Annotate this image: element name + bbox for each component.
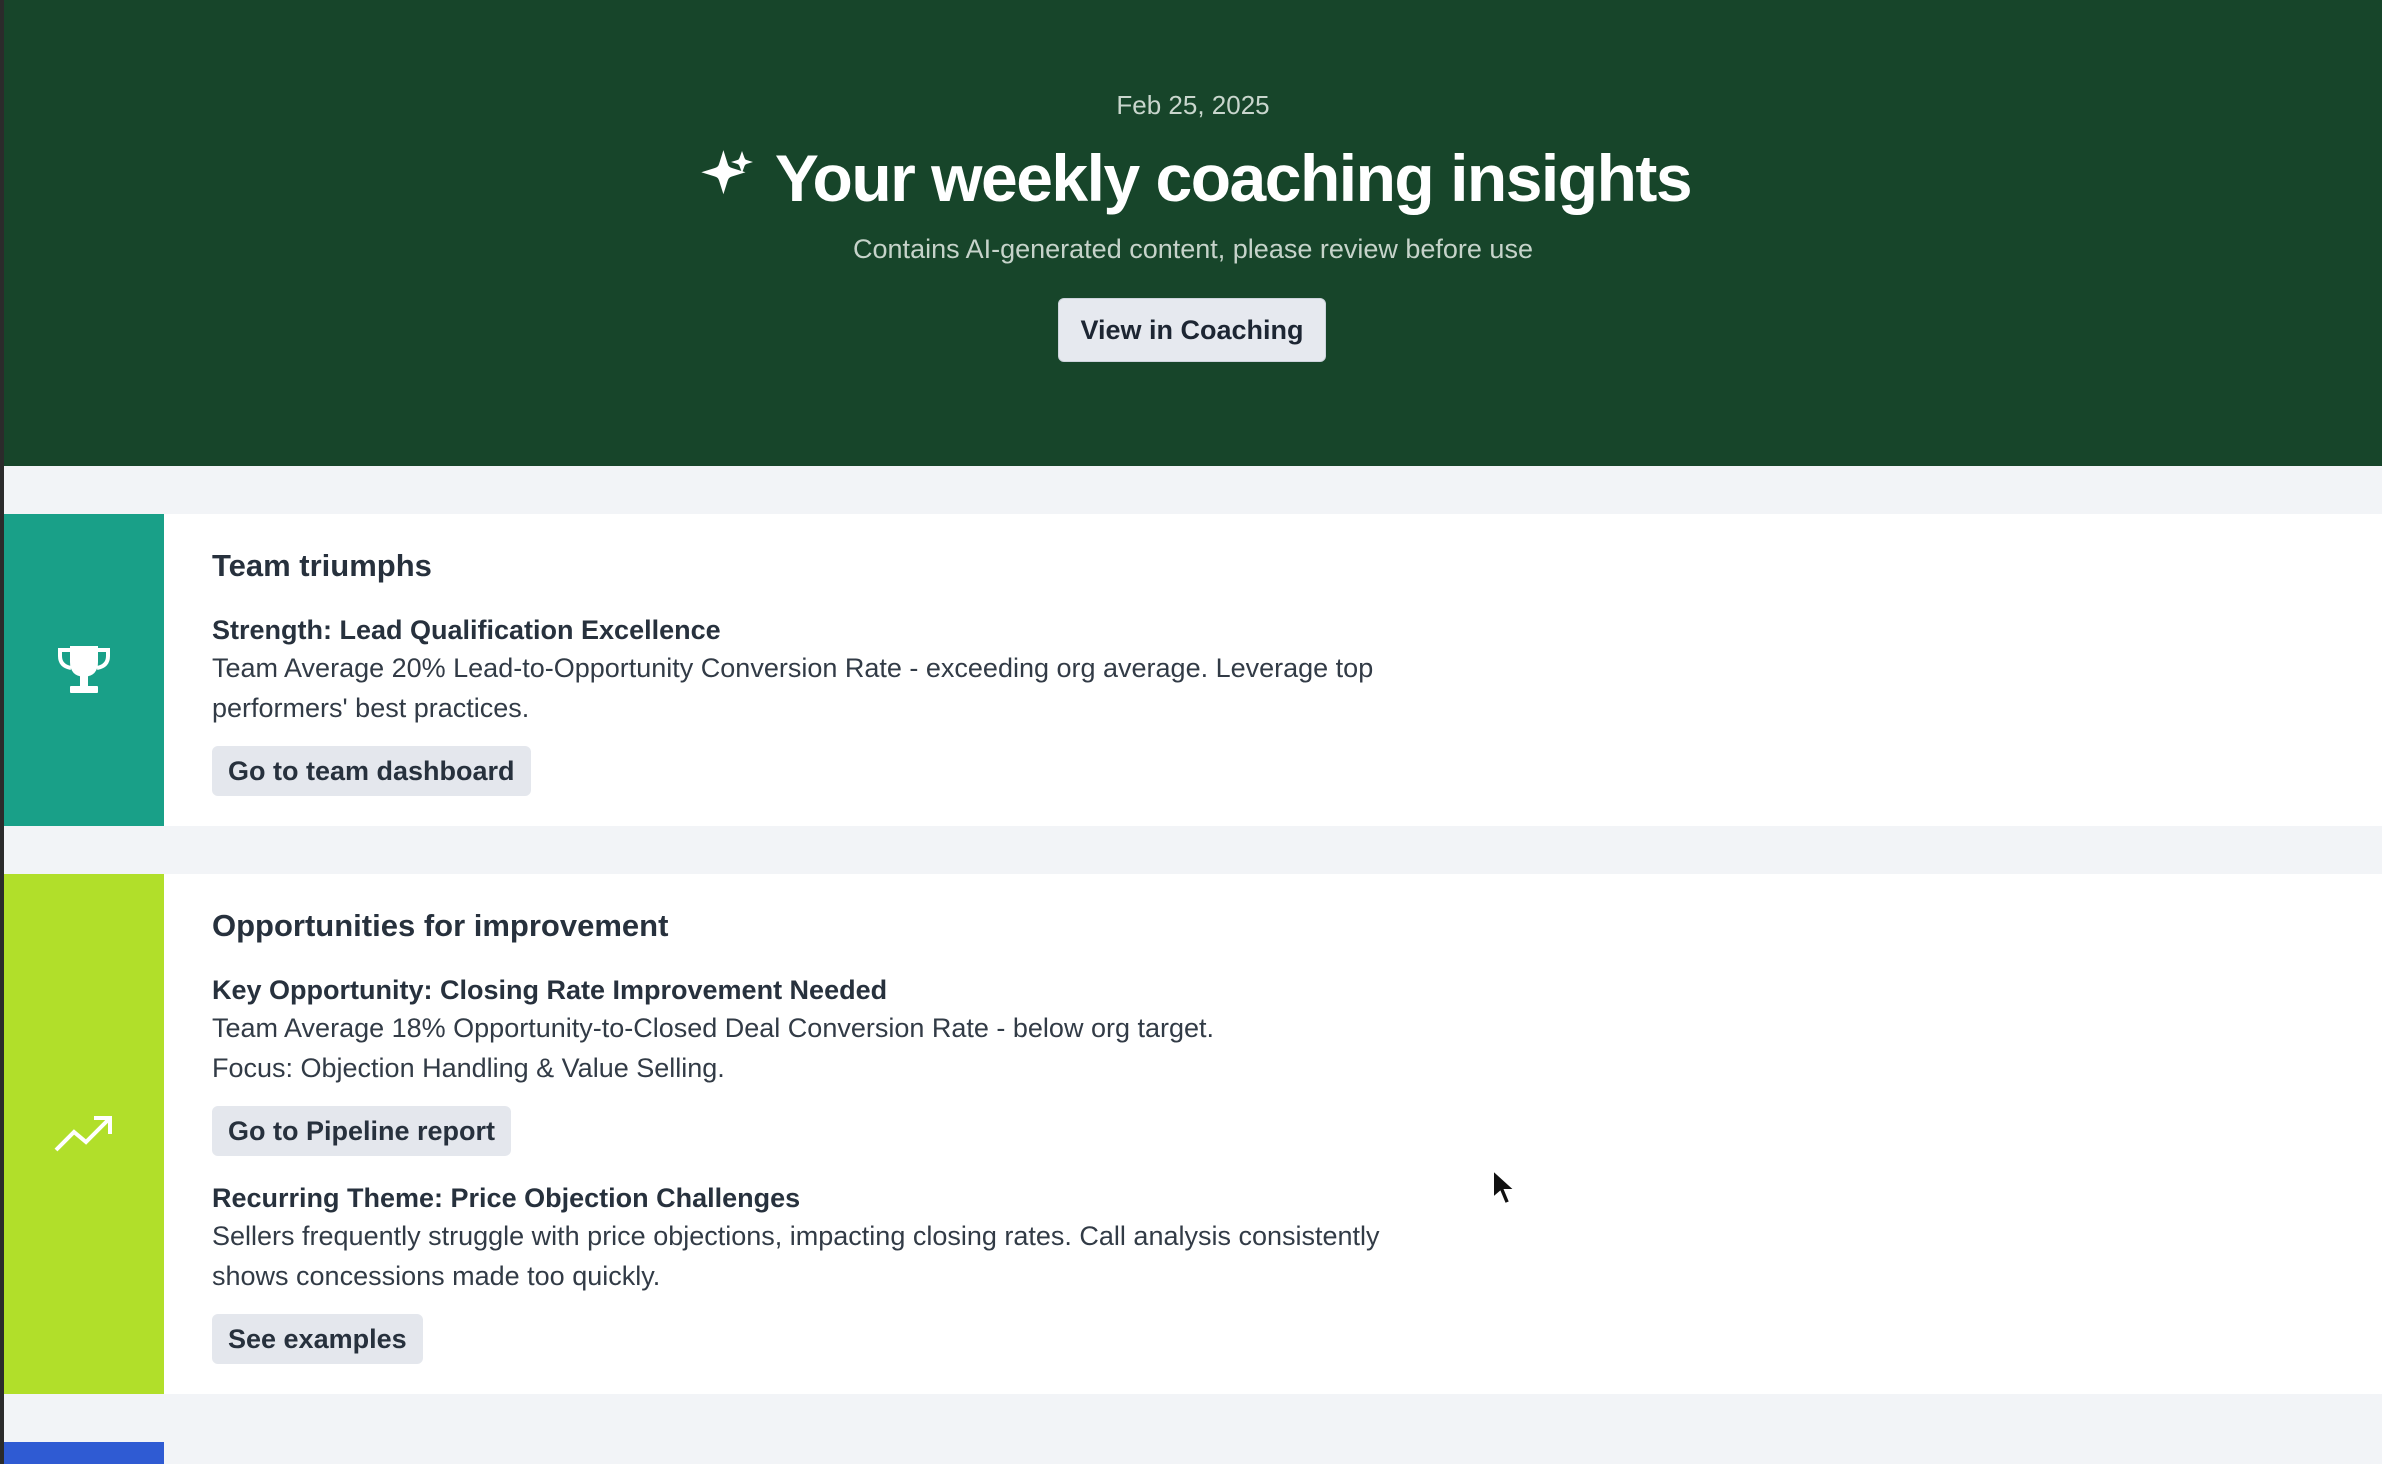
next-section-band: [4, 1442, 164, 1464]
trending-up-icon: [54, 1116, 112, 1152]
insight-text-line: Team Average 18% Opportunity-to-Closed D…: [212, 1013, 1215, 1043]
view-in-coaching-button[interactable]: View in Coaching: [1058, 298, 1326, 362]
section-title: Team triumphs: [212, 548, 432, 583]
mouse-cursor-icon: [1492, 1168, 1518, 1206]
opportunities-card: Opportunities for improvement Key Opport…: [4, 874, 2382, 1394]
sparkle-icon: [701, 150, 753, 195]
see-examples-button[interactable]: See examples: [212, 1314, 423, 1364]
insight-title: Recurring Theme: Price Objection Challen…: [212, 1183, 801, 1213]
ai-disclaimer: Contains AI-generated content, please re…: [853, 234, 1533, 264]
insight-title: Strength: Lead Qualification Excellence: [212, 615, 721, 645]
opportunities-band: [4, 874, 164, 1394]
team-triumphs-card: Team triumphs Strength: Lead Qualificati…: [4, 514, 2382, 826]
page-title: Your weekly coaching insights: [4, 140, 2382, 216]
trophy-icon: [58, 646, 110, 693]
report-date: Feb 25, 2025: [1116, 90, 1270, 120]
insight-title: Key Opportunity: Closing Rate Improvemen…: [212, 975, 888, 1005]
go-to-pipeline-report-button[interactable]: Go to Pipeline report: [212, 1106, 512, 1156]
team-triumphs-band: [4, 514, 164, 826]
page-title-text: Your weekly coaching insights: [774, 141, 1693, 215]
section-title: Opportunities for improvement: [212, 908, 669, 943]
insight-text: Team Average 20% Lead-to-Opportunity Con…: [212, 653, 1374, 723]
insight-text: Sellers frequently struggle with price o…: [212, 1221, 1380, 1291]
go-to-team-dashboard-button[interactable]: Go to team dashboard: [212, 746, 531, 796]
hero-header: Feb 25, 2025 Your weekly coaching insigh…: [4, 0, 2382, 466]
insight-text: Team Average 18% Opportunity-to-Closed D…: [212, 1008, 1462, 1088]
insight-text-line: Focus: Objection Handling & Value Sellin…: [212, 1053, 725, 1083]
email-page: Feb 25, 2025 Your weekly coaching insigh…: [0, 0, 2382, 1464]
